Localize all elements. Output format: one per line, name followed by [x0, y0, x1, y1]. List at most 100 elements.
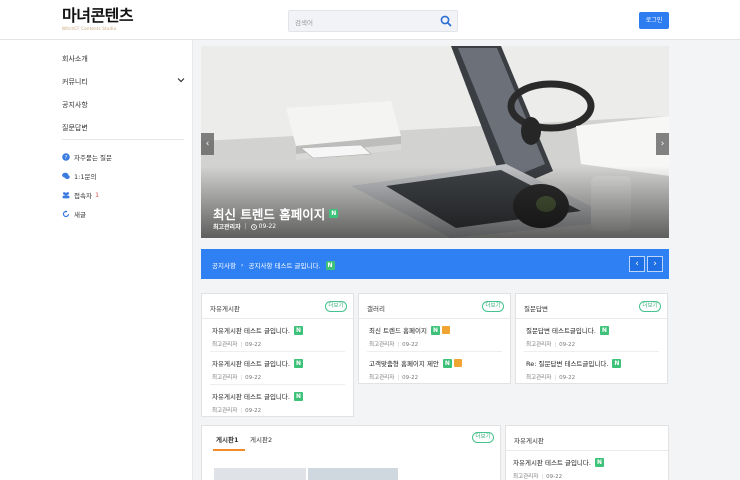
board-header: 질문답변 더보기 [516, 294, 667, 319]
notice-ticker[interactable]: 공지사항 › 공지사항 테스트 글입니다. N [212, 260, 335, 270]
board-header: 갤러리 더보기 [359, 294, 510, 319]
more-button[interactable]: 더보기 [325, 301, 347, 312]
post-title: 자유게시판 테스트 글입니다. [212, 327, 290, 335]
slide-title[interactable]: 최신 트렌드 홈페이지 N [213, 204, 339, 223]
post-author: 최고관리자 [212, 342, 238, 348]
tab-board2[interactable]: 게시판2 [250, 434, 272, 444]
row-divider [367, 351, 502, 352]
login-button[interactable]: 로그인 [639, 12, 669, 29]
svg-text:?: ? [65, 155, 68, 161]
search-placeholder: 검색어 [295, 19, 313, 27]
list-item[interactable]: Re: 질문답변 테스트글입니다. N 최고관리자 | 09-22 [526, 358, 622, 381]
notice-text: 공지사항 테스트 글입니다. [248, 262, 321, 270]
sidebar-divider [62, 139, 184, 140]
gallery-thumbnail[interactable] [214, 468, 306, 480]
sidebar-item-label: 자주묻는 질문 [74, 154, 112, 162]
post-title: 최신 트렌드 홈페이지 [369, 327, 427, 335]
sidebar-item-notice[interactable]: 공지사항 [62, 100, 88, 110]
new-badge: N [325, 260, 335, 270]
sidebar-item-new-posts[interactable]: 새글 [62, 209, 86, 219]
refresh-icon [62, 210, 70, 218]
meta-separator: | [244, 223, 247, 230]
more-button[interactable]: 더보기 [482, 301, 504, 312]
new-badge: N [442, 358, 452, 368]
sidebar [0, 40, 193, 480]
question-circle-icon: ? [62, 153, 70, 161]
more-button[interactable]: 더보기 [472, 432, 494, 443]
search-icon[interactable] [439, 14, 453, 28]
more-button[interactable]: 더보기 [639, 301, 661, 312]
list-item[interactable]: 질문답변 테스트글입니다. N 최고관리자 | 09-22 [526, 325, 609, 348]
row-divider [210, 351, 345, 352]
slider-prev-button[interactable]: ‹ [201, 133, 214, 155]
post-title: 자유게시판 테스트 글입니다. [513, 459, 591, 467]
list-item[interactable]: 자유게시판 테스트 글입니다. N 최고관리자 | 09-22 [212, 391, 303, 414]
new-badge: N [599, 325, 609, 335]
board-free: 자유게시판 더보기 자유게시판 테스트 글입니다. N 최고관리자 | 09-22 자… [201, 293, 354, 417]
board-title[interactable]: 질문답변 [524, 303, 548, 313]
board-gallery: 갤러리 더보기 최신 트렌드 홈페이지 N 최고관리자 | 09-22 고객맞춤형 홈… [358, 293, 511, 384]
board-header: 자유게시판 더보기 [202, 294, 353, 319]
board-title[interactable]: 갤러리 [367, 303, 385, 313]
sidebar-item-community[interactable]: 커뮤니티 [62, 77, 88, 87]
logo-title: 마녀콘텐츠 [62, 6, 134, 25]
sidebar-item-inquiry[interactable]: 1:1문의 [62, 171, 96, 181]
users-icon [62, 192, 70, 199]
visitor-count: 1 [94, 191, 100, 199]
site-header: 마녀콘텐츠 WitchCF Contents Studio 검색어 로그인 [0, 0, 740, 40]
slide-author: 최고관리자 [213, 224, 241, 231]
sidebar-item-faq[interactable]: ? 자주묻는 질문 [62, 152, 112, 162]
tabbed-board: 게시판1 게시판2 더보기 [201, 425, 501, 480]
post-title: 고객맞춤형 홈페이지 제안 [369, 360, 439, 368]
post-author: 최고관리자 [526, 375, 552, 381]
sidebar-item-qna[interactable]: 질문답변 [62, 123, 88, 133]
slider-next-button[interactable]: › [656, 133, 669, 155]
post-author: 최고관리자 [212, 375, 238, 381]
list-item[interactable]: 자유게시판 테스트 글입니다. N 최고관리자 | 09-22 [212, 325, 303, 348]
post-date: 09-22 [402, 342, 419, 348]
post-date: 09-22 [546, 474, 563, 480]
tab-board1[interactable]: 게시판1 [216, 434, 238, 444]
post-author: 최고관리자 [212, 408, 238, 414]
post-author: 최고관리자 [369, 342, 395, 348]
new-badge: N [293, 391, 303, 401]
post-title: 자유게시판 테스트 글입니다. [212, 393, 290, 401]
post-date: 09-22 [559, 375, 576, 381]
sidebar-item-label: 1:1문의 [74, 173, 97, 181]
list-item[interactable]: 자유게시판 테스트 글입니다. N 최고관리자 | 09-22 [212, 358, 303, 381]
clock-icon [250, 223, 257, 230]
post-title: 자유게시판 테스트 글입니다. [212, 360, 290, 368]
board-title[interactable]: 자유게시판 [210, 303, 240, 313]
board-qna: 질문답변 더보기 질문답변 테스트글입니다. N 최고관리자 | 09-22 Re: … [515, 293, 668, 384]
notice-bar: 공지사항 › 공지사항 테스트 글입니다. N ‹ › [201, 249, 669, 279]
sidebar-item-label: 접속자 [74, 192, 92, 200]
board-title[interactable]: 자유게시판 [514, 435, 544, 445]
search-input[interactable]: 검색어 [288, 10, 458, 32]
list-item[interactable]: 고객맞춤형 홈페이지 제안 N 최고관리자 | 09-22 [369, 358, 462, 381]
image-icon [441, 326, 450, 334]
chevron-down-icon[interactable] [177, 76, 185, 84]
notice-next-button[interactable]: › [647, 256, 663, 272]
sidebar-item-visitors[interactable]: 접속자 1 [62, 190, 99, 200]
chat-bubbles-icon [62, 172, 70, 179]
new-badge: N [329, 209, 339, 218]
post-title: Re: 질문답변 테스트글입니다. [526, 360, 609, 368]
post-date: 09-22 [245, 375, 262, 381]
post-author: 최고관리자 [526, 342, 552, 348]
active-tab-indicator [213, 449, 245, 451]
new-badge: N [293, 358, 303, 368]
post-date: 09-22 [559, 342, 576, 348]
slide-title-text: 최신 트렌드 홈페이지 [213, 207, 326, 222]
notice-prev-button[interactable]: ‹ [629, 256, 645, 272]
list-item[interactable]: 최신 트렌드 홈페이지 N 최고관리자 | 09-22 [369, 325, 450, 348]
site-logo[interactable]: 마녀콘텐츠 WitchCF Contents Studio [62, 6, 134, 32]
logo-subtitle: WitchCF Contents Studio [62, 26, 117, 31]
sidebar-item-company[interactable]: 회사소개 [62, 54, 88, 64]
new-badge: N [430, 325, 440, 335]
list-item[interactable]: 자유게시판 테스트 글입니다. N 최고관리자 | 09-22 [513, 457, 604, 480]
row-divider [210, 384, 345, 385]
gallery-thumbnail[interactable] [308, 468, 398, 480]
post-author: 최고관리자 [369, 375, 395, 381]
post-date: 09-22 [245, 408, 262, 414]
main-slider[interactable]: ‹ › 최신 트렌드 홈페이지 N 최고관리자 | 09-22 [201, 46, 669, 238]
